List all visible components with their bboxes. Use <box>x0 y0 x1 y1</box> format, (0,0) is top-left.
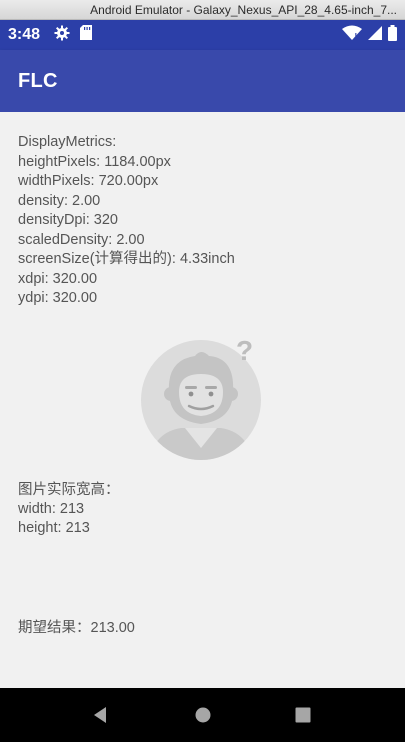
svg-text:!: ! <box>355 32 358 41</box>
display-metrics-block: DisplayMetrics: heightPixels: 1184.00px … <box>18 133 235 309</box>
avatar-image: ? <box>141 335 265 460</box>
recents-icon[interactable] <box>291 703 315 727</box>
density-text: density: 2.00 <box>18 192 101 209</box>
height-pixels-text: heightPixels: 1184.00px <box>18 153 171 170</box>
display-metrics-header: DisplayMetrics: <box>18 134 117 150</box>
image-size-header: 图片实际宽高： <box>18 482 120 498</box>
content-area: DisplayMetrics: heightPixels: 1184.00px … <box>0 112 405 688</box>
app-title: FLC <box>18 69 58 92</box>
status-time: 3:48 <box>8 26 41 43</box>
sd-card-icon <box>80 25 93 45</box>
density-dpi-text: densityDpi: 320 <box>18 212 118 228</box>
status-bar: 3:48 ! <box>0 20 405 50</box>
home-icon[interactable] <box>191 703 215 727</box>
emulator-window-title: Android Emulator - Galaxy_Nexus_API_28_4… <box>0 0 405 20</box>
width-pixels-text: widthPixels: 720.00px <box>18 173 159 189</box>
back-icon[interactable] <box>88 703 112 727</box>
image-width-text: width: 213 <box>18 501 85 517</box>
wifi-icon: ! <box>342 25 362 46</box>
gear-icon <box>54 25 70 46</box>
app-bar: FLC <box>0 50 405 112</box>
image-height-text: height: 213 <box>18 520 90 536</box>
battery-icon <box>388 24 397 46</box>
scaled-density-text: scaledDensity: 2.00 <box>18 231 145 248</box>
image-size-block: 图片实际宽高： width: 213 height: 213 <box>18 481 120 538</box>
screen-size-text: screenSize(计算得出的): 4.33inch <box>18 251 235 267</box>
svg-text:?: ? <box>236 336 253 366</box>
signal-icon <box>368 25 382 45</box>
ydpi-text: ydpi: 320.00 <box>18 290 98 306</box>
navigation-bar <box>0 688 405 742</box>
xdpi-text: xdpi: 320.00 <box>18 270 98 287</box>
expected-result-text: 期望结果：213.00 <box>18 620 135 636</box>
